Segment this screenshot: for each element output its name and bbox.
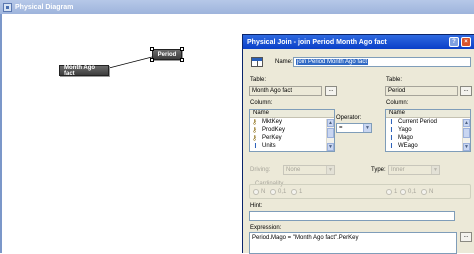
expression-value: Period.Mago = "Month Ago fact".PerKey [252, 235, 359, 241]
operator-value: = [339, 125, 343, 131]
key-icon: ⚷ [252, 126, 258, 134]
help-button[interactable]: ? [449, 37, 459, 47]
column-icon: I [390, 134, 393, 142]
scroll-down-arrow-icon[interactable]: ▼ [327, 143, 334, 151]
hint-label: Hint: [250, 203, 263, 209]
type-value: Inner [391, 167, 405, 173]
list-item[interactable]: I Mago [386, 134, 470, 142]
physical-join-dialog: Physical Join - join Period Month Ago fa… [242, 34, 474, 254]
table-node-period-label: Period [157, 51, 177, 58]
close-button[interactable]: × [461, 37, 471, 47]
expression-field[interactable]: Period.Mago = "Month Ago fact".PerKey [249, 232, 457, 254]
operator-select[interactable]: = ▼ [336, 123, 372, 133]
cardinality-left-radio: 0,1 [270, 189, 286, 195]
operator-label: Operator: [336, 115, 362, 121]
cardinality-left-radio: 1 [291, 189, 302, 195]
right-list-header: Name [386, 110, 470, 118]
list-item-label: Current Period [398, 119, 438, 125]
table-node-period[interactable]: Period [152, 49, 182, 60]
chevron-down-icon: ▼ [363, 124, 371, 132]
left-column-list[interactable]: Name ⚷ MktKey ⚷ ProdKey ⚷ PerKey I Units… [249, 109, 335, 152]
column-icon: I [390, 118, 393, 126]
join-table-icon [251, 57, 263, 67]
list-item-label: Mago [398, 135, 414, 141]
list-item-label: ProdKey [262, 127, 286, 133]
right-column-list[interactable]: Name I Current Period I Yago I Mago I WE… [385, 109, 471, 152]
key-icon: ⚷ [252, 134, 258, 142]
selection-handle[interactable] [150, 58, 154, 62]
scroll-thumb[interactable] [327, 128, 334, 138]
column-icon: I [390, 126, 393, 134]
driving-select: None ▼ [283, 165, 335, 175]
chevron-down-icon: ▼ [326, 166, 334, 174]
list-item[interactable]: I WEago [386, 142, 470, 150]
dialog-title: Physical Join - join Period Month Ago fa… [247, 38, 387, 46]
name-label: Name: [275, 59, 293, 65]
left-table-label: Table: [250, 77, 267, 83]
column-icon: I [390, 142, 393, 150]
scroll-down-arrow-icon[interactable]: ▼ [463, 143, 470, 151]
list-item-label: PerKey [262, 135, 282, 141]
cardinality-right-radio: N [421, 189, 433, 195]
right-table-browse-button[interactable]: ... [460, 86, 472, 96]
right-column-label: Column: [386, 100, 409, 106]
scroll-thumb[interactable] [463, 128, 470, 138]
dialog-title-bar[interactable]: Physical Join - join Period Month Ago fa… [243, 35, 474, 49]
key-icon: ⚷ [252, 118, 258, 126]
table-node-month-ago-fact-label: Month Ago fact [64, 64, 96, 77]
selection-handle[interactable] [180, 58, 184, 62]
name-value: join Period Month Ago fact [296, 59, 369, 65]
scroll-up-arrow-icon[interactable]: ▲ [463, 119, 470, 127]
list-item[interactable]: ⚷ ProdKey [250, 126, 334, 134]
table-node-month-ago-fact[interactable]: Month Ago fact [59, 64, 109, 77]
cardinality-right-radio: 1 [386, 189, 397, 195]
driving-label: Driving: [250, 167, 271, 173]
left-table-value: Month Ago fact [252, 88, 293, 94]
type-label: Type: [371, 167, 386, 173]
name-field[interactable]: join Period Month Ago fact [293, 57, 471, 67]
scroll-up-arrow-icon[interactable]: ▲ [327, 119, 334, 127]
cardinality-left-radio: N [253, 189, 265, 195]
cardinality-right-radio: 0,1 [400, 189, 416, 195]
list-item-label: Yago [398, 127, 412, 133]
list-item-label: Units [262, 143, 276, 149]
expression-builder-button[interactable]: ... [460, 232, 472, 242]
list-item[interactable]: I Yago [386, 126, 470, 134]
expression-label: Expression: [250, 225, 282, 231]
left-table-browse-button[interactable]: ... [325, 86, 337, 96]
right-table-value: Period [388, 88, 406, 94]
chevron-down-icon: ▼ [431, 166, 439, 174]
left-table-field: Month Ago fact [249, 86, 322, 96]
column-icon: I [254, 142, 257, 150]
left-column-label: Column: [250, 100, 273, 106]
list-item[interactable]: ⚷ MktKey [250, 118, 334, 126]
right-list-scrollbar[interactable]: ▲ ▼ [462, 119, 470, 151]
list-item[interactable]: I Units [250, 142, 334, 150]
type-select: Inner ▼ [388, 165, 440, 175]
selection-handle[interactable] [180, 47, 184, 51]
left-list-scrollbar[interactable]: ▲ ▼ [326, 119, 334, 151]
list-item[interactable]: ⚷ PerKey [250, 134, 334, 142]
left-list-header: Name [250, 110, 334, 118]
selection-handle[interactable] [150, 47, 154, 51]
hint-field[interactable] [249, 211, 455, 221]
right-table-label: Table: [386, 77, 403, 83]
list-item[interactable]: I Current Period [386, 118, 470, 126]
driving-value: None [286, 167, 301, 173]
list-item-label: WEago [398, 143, 418, 149]
list-item-label: MktKey [262, 119, 283, 125]
right-table-field: Period [385, 86, 458, 96]
